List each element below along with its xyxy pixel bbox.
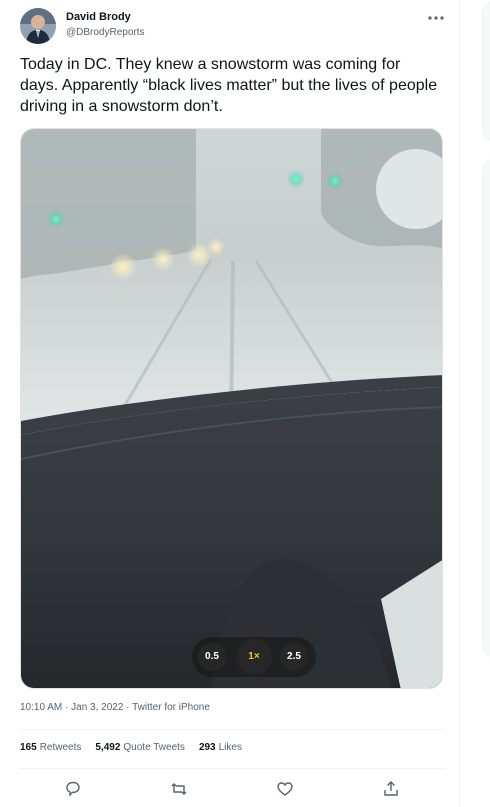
likes-stat[interactable]: 293 Likes <box>199 742 242 753</box>
tweet-timestamp[interactable]: 10:10 AM · Jan 3, 2022 · Twitter for iPh… <box>20 702 210 713</box>
divider <box>20 768 445 769</box>
tweet-stats: 165 Retweets 5,492 Quote Tweets 293 Likes <box>20 742 242 753</box>
likes-label: Likes <box>218 742 242 753</box>
tweet-column: David Brody @DBrodyReports Today in DC. … <box>0 0 460 807</box>
sidebar-card <box>482 0 490 142</box>
reply-icon[interactable] <box>62 778 84 800</box>
tweet-header: David Brody @DBrodyReports <box>20 8 445 48</box>
avatar[interactable] <box>20 8 56 44</box>
sidebar-card <box>482 158 490 658</box>
quote-tweets-label: Quote Tweets <box>123 742 185 753</box>
tweet-actions <box>20 776 445 802</box>
quote-tweets-stat[interactable]: 5,492 Quote Tweets <box>95 742 185 753</box>
divider <box>20 729 445 730</box>
quote-tweets-count: 5,492 <box>95 742 121 753</box>
retweets-label: Retweets <box>39 742 82 753</box>
retweets-stat[interactable]: 165 Retweets <box>20 742 81 753</box>
tweet-photo[interactable]: 0.5 1× 2.5 <box>20 128 443 689</box>
zoom-option-2-5[interactable]: 2.5 <box>280 643 308 671</box>
retweet-icon[interactable] <box>168 778 190 800</box>
zoom-option-0-5[interactable]: 0.5 <box>198 643 226 671</box>
zoom-option-1x[interactable]: 1× <box>236 639 272 675</box>
likes-count: 293 <box>198 742 216 753</box>
more-icon[interactable] <box>427 12 445 22</box>
author-handle[interactable]: @DBrodyReports <box>66 27 145 38</box>
author-name[interactable]: David Brody <box>66 11 131 23</box>
retweets-count: 165 <box>20 742 37 753</box>
tweet-text: Today in DC. They knew a snowstorm was c… <box>20 56 438 115</box>
right-sidebar <box>462 0 490 807</box>
like-icon[interactable] <box>274 778 296 800</box>
share-icon[interactable] <box>380 778 402 800</box>
camera-zoom-selector: 0.5 1× 2.5 <box>192 637 316 677</box>
